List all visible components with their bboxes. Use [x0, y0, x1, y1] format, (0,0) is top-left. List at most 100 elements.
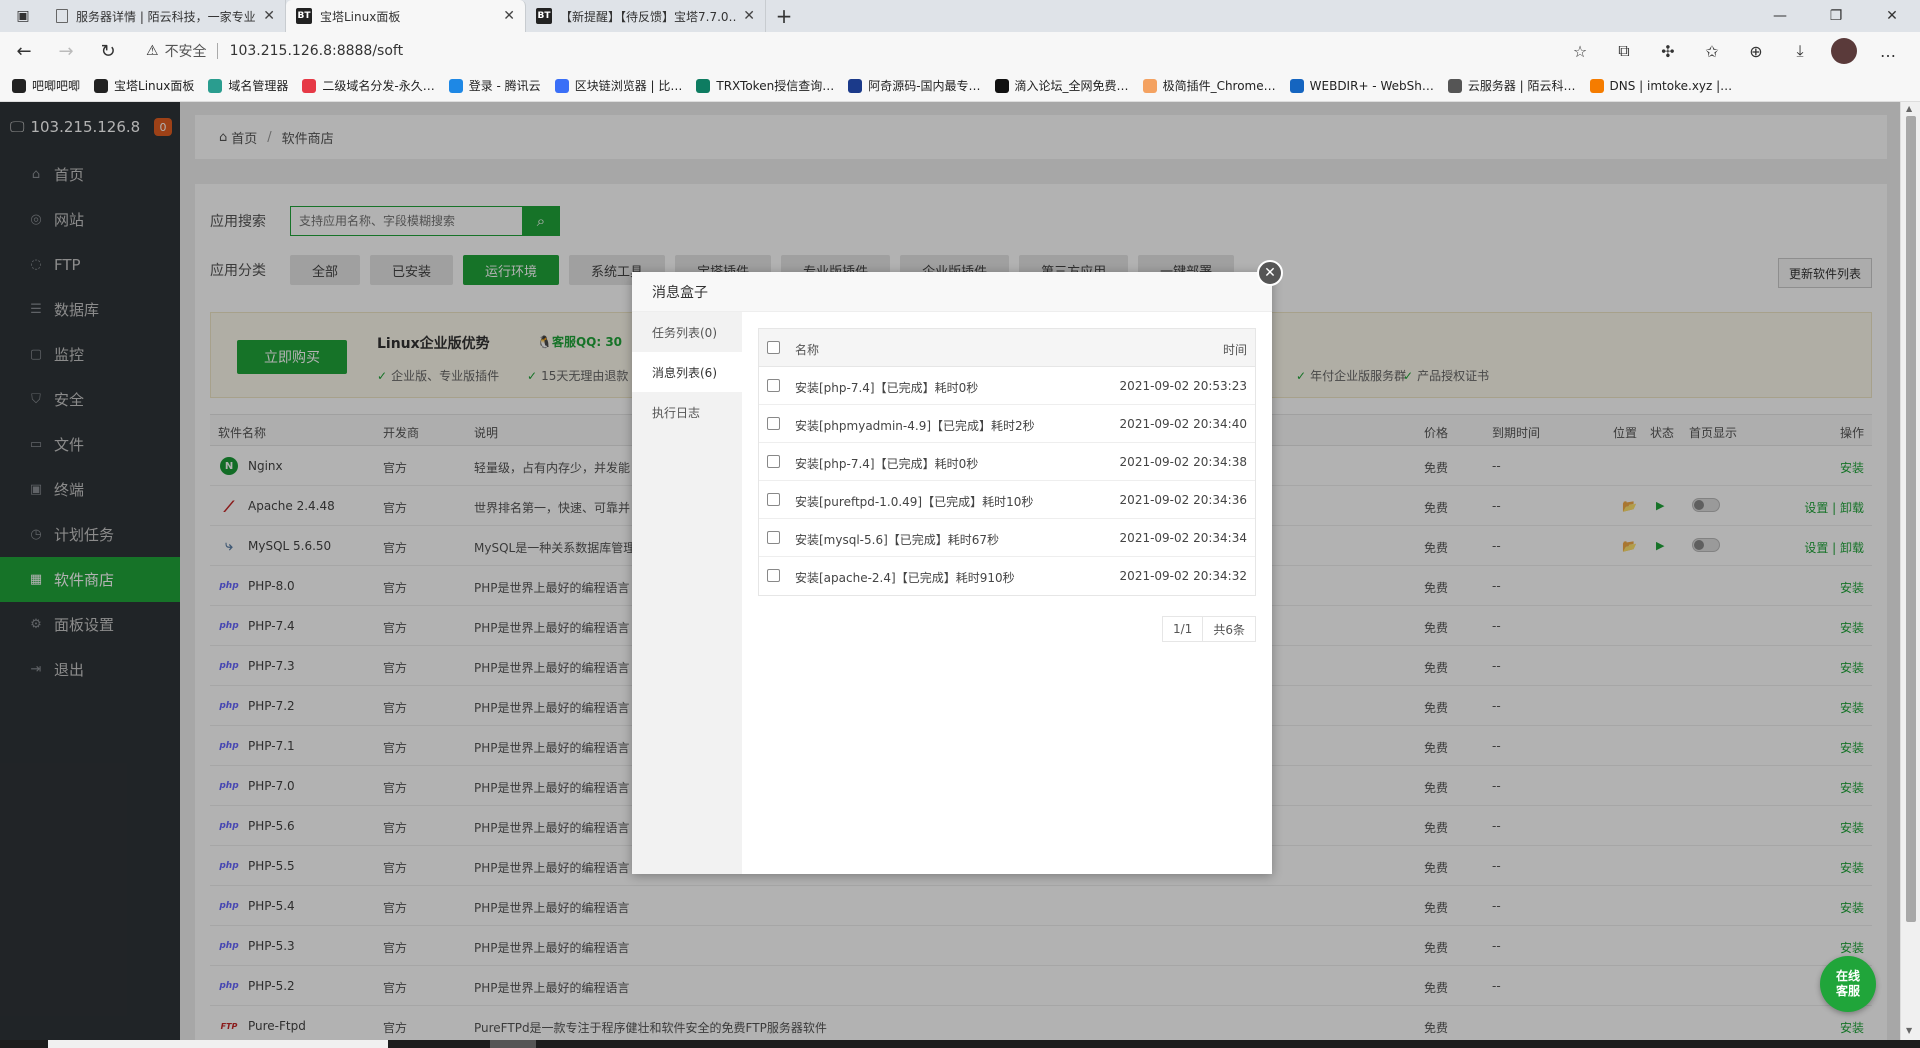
- bookmark-favicon-icon: [994, 78, 1009, 93]
- bookmark-item[interactable]: DNS | imtoke.xyz |…: [1589, 78, 1733, 93]
- message-name: 安装[mysql-5.6]【已完成】耗时67秒: [795, 533, 1000, 547]
- modal-tab[interactable]: 消息列表(6): [632, 352, 742, 392]
- message-table: 名称 时间 安装[php-7.4]【已完成】耗时0秒 2021-09-02 20:…: [758, 328, 1256, 596]
- collections-add-icon[interactable]: ⊕: [1734, 35, 1778, 67]
- bookmark-label: 域名管理器: [228, 79, 289, 93]
- forward-icon[interactable]: →: [48, 35, 84, 67]
- select-all-checkbox[interactable]: [767, 341, 780, 354]
- bookmark-label: DNS | imtoke.xyz |…: [1609, 78, 1733, 93]
- bookmark-item[interactable]: 区块链浏览器 | 比…: [554, 77, 683, 94]
- url-text: 103.215.126.8:8888/soft: [229, 43, 404, 59]
- back-icon[interactable]: ←: [6, 35, 42, 67]
- close-tab-icon[interactable]: ✕: [503, 8, 515, 24]
- scroll-up-icon[interactable]: ▲: [1906, 104, 1912, 113]
- row-checkbox[interactable]: [767, 569, 780, 582]
- tab-title: 【新提醒】【待反馈】宝塔7.7.0…: [560, 9, 738, 24]
- bookmark-item[interactable]: 二级域名分发-永久…: [302, 77, 435, 94]
- favorites-icon[interactable]: ✩: [1690, 35, 1734, 67]
- more-icon[interactable]: …: [1866, 35, 1910, 67]
- window-controls: — ❐ ✕: [1752, 0, 1920, 32]
- bookmark-item[interactable]: 阿奇源码-国内最专…: [848, 77, 981, 94]
- row-checkbox[interactable]: [767, 379, 780, 392]
- bookmark-label: WEBDIR+ - WebSh…: [1309, 78, 1434, 93]
- page-indicator[interactable]: 1/1: [1162, 616, 1203, 642]
- bookmark-favicon-icon: [94, 78, 109, 93]
- bookmarks-bar: 吧唧吧唧 宝塔Linux面板 域名管理器 二级域名分发-永久… 登录 - 腾讯云 区块链浏…: [0, 70, 1920, 102]
- collections-icon[interactable]: ⧉: [1602, 35, 1646, 67]
- bookmark-item[interactable]: 吧唧吧唧: [12, 77, 80, 94]
- bookmark-item[interactable]: 宝塔Linux面板: [94, 77, 194, 94]
- bookmark-item[interactable]: 云服务器 | 陌云科…: [1447, 77, 1576, 94]
- bookmark-item[interactable]: TRXToken授信查询…: [696, 77, 834, 94]
- close-modal-button[interactable]: ✕: [1257, 260, 1283, 286]
- browser-tab-1[interactable]: 服务器详情 | 陌云科技，一家专业… ✕: [46, 0, 286, 32]
- online-support-button[interactable]: 在线 客服: [1820, 956, 1876, 1012]
- message-time: 2021-09-02 20:53:23: [1119, 379, 1247, 393]
- bt-logo-icon: BT: [536, 8, 552, 24]
- refresh-icon[interactable]: ↻: [90, 35, 126, 67]
- bookmark-favicon-icon: [12, 78, 26, 93]
- row-checkbox[interactable]: [767, 455, 780, 468]
- bookmark-label: 宝塔Linux面板: [114, 79, 195, 93]
- row-checkbox[interactable]: [767, 531, 780, 544]
- url-field[interactable]: ⚠ 不安全 103.215.126.8:8888/soft: [134, 36, 1554, 66]
- modal-tab[interactable]: 执行日志: [632, 392, 742, 432]
- message-time: 2021-09-02 20:34:38: [1119, 455, 1247, 469]
- bookmark-favicon-icon: [448, 78, 463, 93]
- browser-tab-3[interactable]: BT 【新提醒】【待反馈】宝塔7.7.0… ✕: [526, 0, 766, 32]
- avatar[interactable]: [1831, 38, 1857, 64]
- close-window-icon[interactable]: ✕: [1864, 0, 1920, 32]
- message-name: 安装[phpmyadmin-4.9]【已完成】耗时2秒: [795, 419, 1035, 433]
- close-tab-icon[interactable]: ✕: [743, 8, 755, 24]
- insecure-label: 不安全: [164, 44, 207, 60]
- row-checkbox[interactable]: [767, 493, 780, 506]
- bookmark-label: 滴入论坛_全网免费…: [1014, 79, 1129, 93]
- browser-tab-2[interactable]: BT 宝塔Linux面板 ✕: [286, 0, 526, 32]
- bookmark-favicon-icon: [696, 78, 711, 93]
- message-table-header: 名称 时间: [759, 329, 1255, 367]
- taskbar-segment: [490, 1040, 536, 1048]
- bookmark-favicon-icon: [554, 78, 569, 93]
- modal-tabs: 任务列表(0) 消息列表(6) 执行日志: [632, 312, 742, 874]
- modal-tab[interactable]: 任务列表(0): [632, 312, 742, 352]
- col-name: 名称: [795, 343, 820, 357]
- taskbar-segment: [48, 1040, 388, 1048]
- bookmark-item[interactable]: WEBDIR+ - WebSh…: [1289, 78, 1434, 93]
- warning-icon: ⚠: [146, 43, 159, 59]
- bookmark-label: TRXToken授信查询…: [716, 79, 835, 93]
- bookmark-favicon-icon: [1447, 78, 1462, 93]
- close-icon: ✕: [1264, 265, 1276, 281]
- page-icon: [56, 9, 68, 23]
- favorite-star-icon[interactable]: ☆: [1558, 35, 1602, 67]
- bookmark-favicon-icon: [1589, 78, 1604, 93]
- message-time: 2021-09-02 20:34:34: [1119, 531, 1247, 545]
- message-time: 2021-09-02 20:34:40: [1119, 417, 1247, 431]
- new-tab-button[interactable]: +: [766, 0, 802, 32]
- message-time: 2021-09-02 20:34:32: [1119, 569, 1247, 583]
- download-icon[interactable]: ⤓: [1778, 35, 1822, 67]
- bookmark-item[interactable]: 极简插件_Chrome…: [1142, 77, 1276, 94]
- bookmark-favicon-icon: [1289, 78, 1304, 93]
- message-row: 安装[mysql-5.6]【已完成】耗时67秒 2021-09-02 20:34:…: [759, 519, 1255, 557]
- extensions-icon[interactable]: ✣: [1646, 35, 1690, 67]
- bookmark-label: 区块链浏览器 | 比…: [574, 79, 683, 93]
- message-time: 2021-09-02 20:34:36: [1119, 493, 1247, 507]
- message-row: 安装[apache-2.4]【已完成】耗时910秒 2021-09-02 20:3…: [759, 557, 1255, 595]
- bookmark-favicon-icon: [208, 78, 223, 93]
- tab-actions-icon[interactable]: ▣: [0, 0, 46, 32]
- bookmark-item[interactable]: 域名管理器: [208, 77, 288, 94]
- bookmark-label: 云服务器 | 陌云科…: [1467, 79, 1576, 93]
- tab-title: 服务器详情 | 陌云科技，一家专业…: [76, 9, 258, 24]
- scrollbar-thumb[interactable]: [1906, 116, 1916, 922]
- bookmark-item[interactable]: 滴入论坛_全网免费…: [994, 77, 1129, 94]
- bookmark-label: 登录 - 腾讯云: [468, 79, 541, 93]
- scroll-down-icon[interactable]: ▼: [1906, 1026, 1912, 1035]
- page-scrollbar[interactable]: ▲ ▼: [1900, 102, 1920, 1040]
- bookmark-favicon-icon: [302, 78, 317, 93]
- minimize-icon[interactable]: —: [1752, 0, 1808, 32]
- row-checkbox[interactable]: [767, 417, 780, 430]
- restore-icon[interactable]: ❐: [1808, 0, 1864, 32]
- bookmark-item[interactable]: 登录 - 腾讯云: [448, 77, 541, 94]
- close-tab-icon[interactable]: ✕: [263, 8, 275, 24]
- message-box-modal: 消息盒子 任务列表(0) 消息列表(6) 执行日志 名称 时间 安装[php-7.4…: [632, 272, 1272, 874]
